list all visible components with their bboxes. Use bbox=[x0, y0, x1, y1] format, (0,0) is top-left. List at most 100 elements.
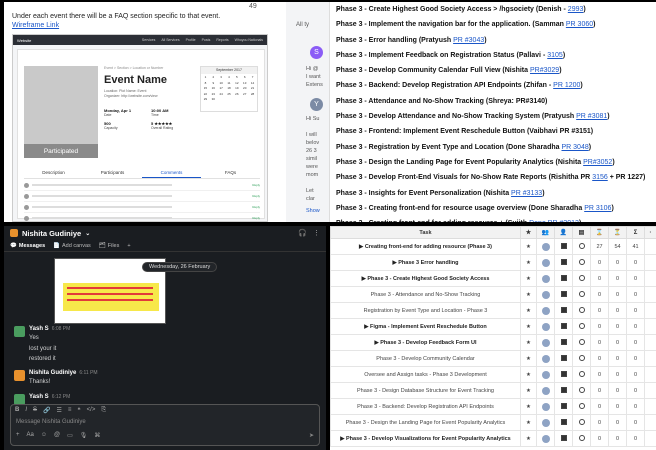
mock-nav-item[interactable]: All Services bbox=[161, 38, 179, 42]
assigned-cell[interactable] bbox=[554, 286, 573, 303]
calendar-day[interactable]: 19 bbox=[233, 86, 240, 91]
date-divider[interactable]: Wednesday, 26 February bbox=[142, 262, 218, 272]
calendar-day[interactable]: 12 bbox=[233, 81, 240, 86]
calendar-day[interactable]: 11 bbox=[226, 81, 233, 86]
sender-avatar[interactable] bbox=[14, 370, 25, 381]
star-icon[interactable]: ★ bbox=[520, 254, 537, 271]
mock-nav-item[interactable]: Posts bbox=[202, 38, 211, 42]
chat-avatar[interactable]: S bbox=[310, 46, 323, 59]
resource-cell[interactable] bbox=[536, 414, 555, 431]
more-icon[interactable]: ⋮ bbox=[313, 229, 320, 237]
resource-cell[interactable] bbox=[536, 318, 555, 335]
star-icon[interactable]: ★ bbox=[520, 286, 537, 303]
calendar-day[interactable]: 22 bbox=[202, 92, 209, 97]
reply-button[interactable]: Reply bbox=[252, 205, 260, 209]
pr-link[interactable]: 2993 bbox=[568, 6, 584, 13]
table-row[interactable]: ▶ Phase 3 - Develop Visualizations for E… bbox=[330, 430, 656, 447]
task-cell[interactable]: ▶ Creating front-end for adding resource… bbox=[330, 238, 521, 255]
pr-link[interactable]: PR#3052 bbox=[583, 159, 612, 166]
calendar-day[interactable]: 30 bbox=[210, 97, 217, 102]
calendar-day[interactable]: 29 bbox=[202, 97, 209, 102]
star-icon[interactable]: ★ bbox=[520, 226, 537, 239]
star-icon[interactable]: ★ bbox=[520, 350, 537, 367]
checkbox-icon[interactable] bbox=[560, 355, 567, 362]
calendar-day[interactable]: 5 bbox=[233, 75, 240, 80]
assigned-cell[interactable] bbox=[554, 302, 573, 319]
status-cell[interactable] bbox=[572, 238, 591, 255]
status-cell[interactable] bbox=[572, 366, 591, 383]
quote-icon[interactable]: ❝ bbox=[77, 407, 80, 414]
pr-link[interactable]: 3105 bbox=[547, 52, 563, 59]
resource-cell[interactable] bbox=[536, 302, 555, 319]
pr-link[interactable]: PR #3043 bbox=[453, 37, 484, 44]
reply-button[interactable]: Reply bbox=[252, 194, 260, 198]
message-input[interactable]: Message Nishita Gudiniye bbox=[11, 415, 319, 429]
status-cell[interactable] bbox=[572, 286, 591, 303]
event-tab[interactable]: FAQs bbox=[201, 170, 260, 178]
user-icon[interactable]: 👤 bbox=[554, 226, 573, 239]
calendar-day[interactable]: 13 bbox=[241, 81, 248, 86]
calendar-day[interactable]: 4 bbox=[226, 75, 233, 80]
assigned-cell[interactable] bbox=[554, 270, 573, 287]
add-tab-icon[interactable]: + bbox=[127, 243, 130, 249]
pr-link[interactable]: PR 3106 bbox=[584, 205, 611, 212]
star-icon[interactable]: ★ bbox=[520, 414, 537, 431]
link-icon[interactable]: 🔗 bbox=[43, 407, 50, 414]
task-cell[interactable]: Phase 3 - Design the Landing Page for Ev… bbox=[330, 414, 521, 431]
pr-link[interactable]: PR #3081 bbox=[576, 113, 607, 120]
status-cell[interactable] bbox=[572, 414, 591, 431]
calendar-day[interactable]: 18 bbox=[226, 86, 233, 91]
star-icon[interactable]: ★ bbox=[520, 238, 537, 255]
task-cell[interactable]: Phase 3 - Backend: Develop Registration … bbox=[330, 398, 521, 415]
chevron-down-icon[interactable]: ⌄ bbox=[85, 230, 90, 237]
calendar-day[interactable]: 7 bbox=[249, 75, 256, 80]
video-icon[interactable]: ▭ bbox=[67, 432, 73, 439]
star-icon[interactable]: ★ bbox=[520, 430, 537, 447]
status-cell[interactable] bbox=[572, 334, 591, 351]
calendar-day[interactable]: 26 bbox=[233, 92, 240, 97]
mention-icon[interactable]: @ bbox=[54, 432, 60, 438]
resource-cell[interactable] bbox=[536, 398, 555, 415]
resources-icon[interactable]: 👥 bbox=[536, 226, 555, 239]
checkbox-icon[interactable] bbox=[560, 403, 567, 410]
table-row[interactable]: Registration by Event Type and Location … bbox=[330, 302, 656, 319]
table-row[interactable]: ▶ Creating front-end for adding resource… bbox=[330, 238, 656, 255]
pr-link[interactable]: PR #3133 bbox=[511, 190, 542, 197]
calendar-day[interactable]: 2 bbox=[210, 75, 217, 80]
calendar-day[interactable]: 17 bbox=[218, 86, 225, 91]
task-cell[interactable]: Phase 3 - Attendance and No-Show Trackin… bbox=[330, 286, 521, 303]
checkbox-icon[interactable] bbox=[560, 275, 567, 282]
ordered-list-icon[interactable]: ☰ bbox=[57, 407, 62, 414]
reply-button[interactable]: Reply bbox=[252, 216, 260, 220]
assigned-cell[interactable] bbox=[554, 366, 573, 383]
resource-cell[interactable] bbox=[536, 254, 555, 271]
assigned-cell[interactable] bbox=[554, 414, 573, 431]
code-block-icon[interactable]: ⎘ bbox=[101, 407, 106, 414]
assigned-cell[interactable] bbox=[554, 238, 573, 255]
headphones-icon[interactable]: 🎧 bbox=[298, 229, 307, 237]
assigned-cell[interactable] bbox=[554, 398, 573, 415]
task-cell[interactable]: Phase 3 - Develop Community Calendar bbox=[330, 350, 521, 367]
bullet-list-icon[interactable]: ≡ bbox=[68, 407, 72, 413]
calendar-day[interactable]: 15 bbox=[202, 86, 209, 91]
calendar-day[interactable]: 8 bbox=[202, 81, 209, 86]
event-tab[interactable]: Participants bbox=[83, 170, 142, 178]
table-row[interactable]: Oversee and Assign tasks - Phase 3 Devel… bbox=[330, 366, 656, 383]
mock-nav-item[interactable]: Services bbox=[142, 38, 155, 42]
table-row[interactable]: Phase 3 - Design Database Structure for … bbox=[330, 382, 656, 399]
checkbox-icon[interactable] bbox=[560, 307, 567, 314]
resource-cell[interactable] bbox=[536, 238, 555, 255]
resource-cell[interactable] bbox=[536, 382, 555, 399]
chat-message-snippet[interactable]: Show bbox=[306, 208, 320, 214]
italic-icon[interactable]: I bbox=[25, 407, 27, 413]
chat-filter-label[interactable]: All ty bbox=[296, 22, 309, 28]
pr-link[interactable]: 3156 bbox=[592, 174, 608, 181]
star-icon[interactable]: ★ bbox=[520, 270, 537, 287]
strike-icon[interactable]: S bbox=[33, 407, 37, 413]
task-column-header[interactable]: Task bbox=[330, 226, 521, 239]
table-row[interactable]: Phase 3 - Attendance and No-Show Trackin… bbox=[330, 286, 656, 303]
calendar-day[interactable]: 16 bbox=[210, 86, 217, 91]
mock-nav-item[interactable]: Profile bbox=[186, 38, 196, 42]
status-icon[interactable]: ▤ bbox=[572, 226, 591, 239]
table-row[interactable]: Phase 3 - Design the Landing Page for Ev… bbox=[330, 414, 656, 431]
